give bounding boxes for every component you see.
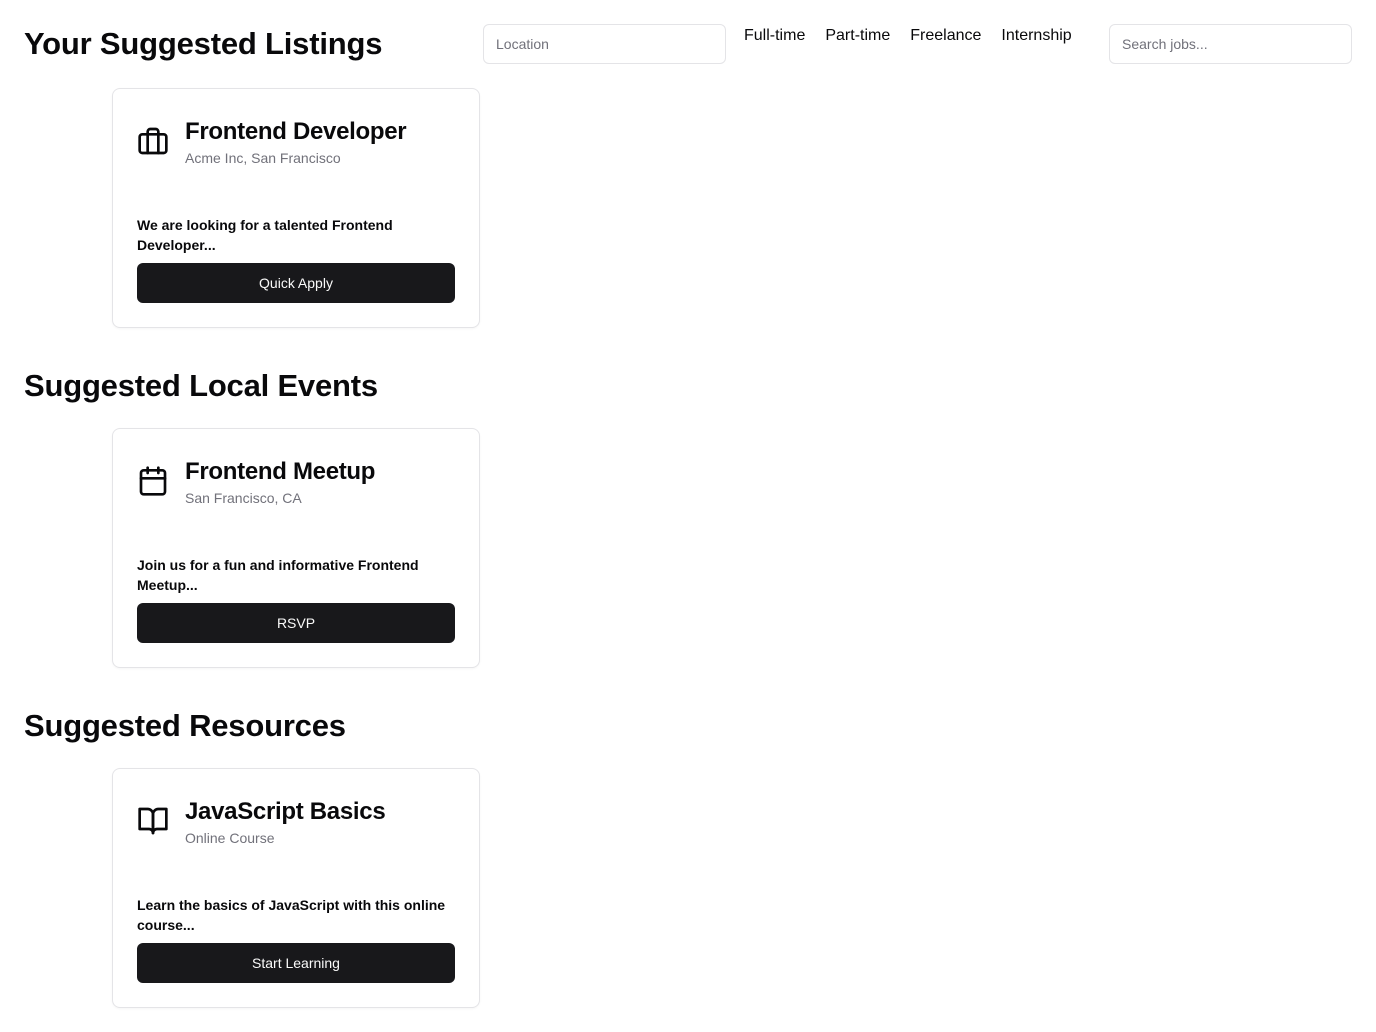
resource-card: JavaScript Basics Online Course Learn th… <box>112 768 480 1008</box>
event-title: Frontend Meetup <box>185 458 376 485</box>
quick-apply-button[interactable]: Quick Apply <box>137 263 455 303</box>
filter-part-time[interactable]: Part-time <box>825 24 890 48</box>
job-company: Acme Inc, San Francisco <box>185 150 341 166</box>
start-learning-button[interactable]: Start Learning <box>137 943 455 983</box>
search-input[interactable] <box>1109 24 1352 64</box>
location-input[interactable] <box>483 24 726 64</box>
filter-freelance[interactable]: Freelance <box>910 24 981 48</box>
job-card: Frontend Developer Acme Inc, San Francis… <box>112 88 480 328</box>
event-location: San Francisco, CA <box>185 490 302 506</box>
filter-full-time[interactable]: Full-time <box>744 24 805 48</box>
resources-section-title: Suggested Resources <box>24 708 346 743</box>
page-title: Your Suggested Listings <box>24 26 383 61</box>
job-description: We are looking for a talented Frontend D… <box>137 217 393 253</box>
resource-type: Online Course <box>185 830 275 846</box>
event-card: Frontend Meetup San Francisco, CA Join u… <box>112 428 480 668</box>
events-section-title: Suggested Local Events <box>24 368 378 403</box>
rsvp-button[interactable]: RSVP <box>137 603 455 643</box>
filter-internship[interactable]: Internship <box>1001 24 1071 48</box>
job-type-filters: Full-time Part-time Freelance Internship <box>744 24 1072 48</box>
resource-description: Learn the basics of JavaScript with this… <box>137 897 446 933</box>
event-description: Join us for a fun and informative Fronte… <box>137 557 419 593</box>
resource-title: JavaScript Basics <box>185 798 386 825</box>
book-icon <box>138 807 168 835</box>
calendar-icon <box>139 466 167 496</box>
briefcase-icon <box>138 127 168 155</box>
job-title: Frontend Developer <box>185 118 407 145</box>
